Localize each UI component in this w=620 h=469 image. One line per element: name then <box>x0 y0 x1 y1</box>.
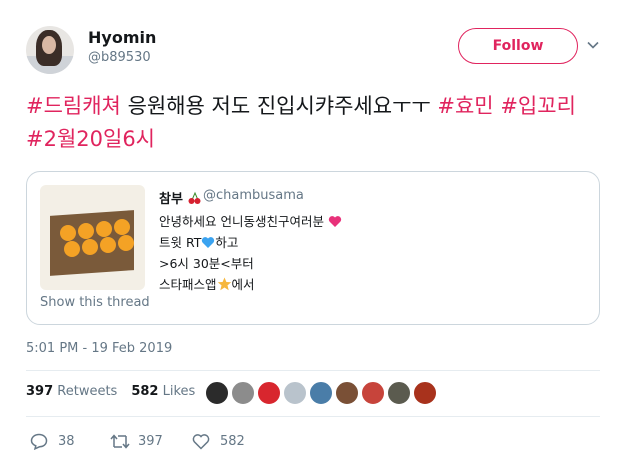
tweet-text: #드림캐쳐 응원해용 저도 진입시캬주세요ㅜㅜ #효민 #입꼬리 #2월20일6… <box>26 90 606 156</box>
tweet-header: Hyomin @b89530 Follow <box>26 18 606 74</box>
quoted-line: 트윗 RT 하고 <box>159 235 239 250</box>
show-thread-link[interactable]: Show this thread <box>40 295 150 310</box>
avatar[interactable] <box>26 26 74 74</box>
liker-avatar[interactable] <box>257 381 281 405</box>
author-handle[interactable]: @b89530 <box>88 50 151 65</box>
liker-avatar[interactable] <box>335 381 359 405</box>
tweet-text-segment: 응원해용 저도 진입시캬주세요ㅜㅜ <box>120 94 438 118</box>
retweet-icon <box>110 434 130 449</box>
reply-icon <box>30 433 48 450</box>
blue-heart-icon <box>202 237 215 248</box>
hashtag-link[interactable]: #효민 <box>437 94 493 118</box>
quoted-author-name[interactable]: 참부 <box>159 188 201 207</box>
hashtag-link[interactable]: #드림캐쳐 <box>26 94 121 118</box>
likes-stat[interactable]: 582 Likes <box>131 384 195 399</box>
retweet-count: 397 <box>138 434 163 449</box>
liker-avatar[interactable] <box>413 381 437 405</box>
quoted-author-handle[interactable]: @chambusama <box>203 188 304 203</box>
liker-avatar[interactable] <box>387 381 411 405</box>
cherry-icon <box>188 191 201 204</box>
author-name[interactable]: Hyomin <box>88 28 156 47</box>
engagement-stats: 397 Retweets 582 Likes <box>26 384 209 399</box>
hashtag-link[interactable]: #입꼬리 <box>500 94 576 118</box>
heart-icon <box>328 216 342 227</box>
quoted-line: 스타패스앱 에서 <box>159 277 255 292</box>
tweet-actions: 38 397 582 <box>26 430 426 454</box>
tweet-timestamp[interactable]: 5:01 PM - 19 Feb 2019 <box>26 341 172 356</box>
quoted-line: 안녕하세요 언니동생친구여러분 <box>159 211 342 230</box>
follow-button[interactable]: Follow <box>458 28 578 64</box>
quoted-tweet-image <box>40 185 145 290</box>
retweets-stat[interactable]: 397 Retweets <box>26 384 117 399</box>
chevron-down-icon[interactable] <box>586 38 600 52</box>
star-icon <box>217 277 231 291</box>
liker-avatar[interactable] <box>361 381 385 405</box>
liker-avatar[interactable] <box>283 381 307 405</box>
quoted-tweet[interactable]: 참부 @chambusama 안녕하세요 언니동생친구여러분 트윗 RT 하고 … <box>26 171 600 325</box>
divider <box>26 370 600 371</box>
hashtag-link[interactable]: #2월20일6시 <box>26 127 155 151</box>
liker-avatar[interactable] <box>205 381 229 405</box>
quoted-line: >6시 30분<부터 <box>159 256 254 271</box>
liker-avatar[interactable] <box>231 381 255 405</box>
divider <box>26 416 600 417</box>
like-count: 582 <box>220 434 245 449</box>
reply-count: 38 <box>58 434 75 449</box>
liker-avatar[interactable] <box>309 381 333 405</box>
heart-outline-icon <box>192 434 210 450</box>
